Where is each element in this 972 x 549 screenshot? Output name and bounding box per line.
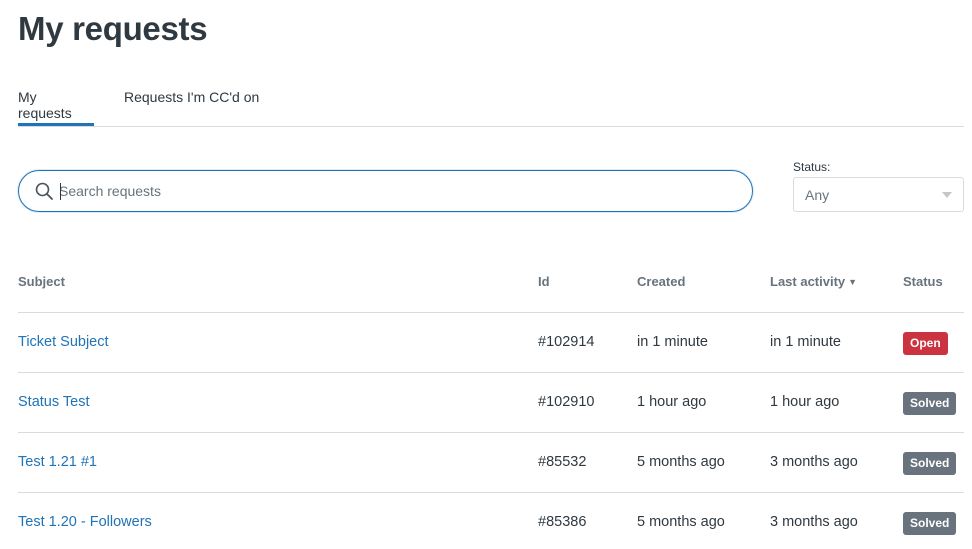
request-last-activity: in 1 minute: [770, 334, 841, 350]
column-header-last-activity[interactable]: Last activity ▼: [770, 274, 857, 289]
requests-table: Subject Id Created Last activity ▼ Status…: [18, 252, 964, 549]
chevron-down-icon: [942, 192, 952, 198]
last-activity-label: Last activity: [770, 274, 846, 289]
request-created: 1 hour ago: [637, 394, 707, 410]
request-id: #102910: [538, 394, 595, 410]
status-cell: Solved: [903, 512, 957, 535]
request-subject-link[interactable]: Status Test: [18, 394, 89, 410]
table-row: Ticket Subject #102914 in 1 minute in 1 …: [18, 313, 964, 373]
request-id: #85386: [538, 514, 587, 530]
table-row: Test 1.21 #1 #85532 5 months ago 3 month…: [18, 433, 964, 493]
search-icon: [35, 182, 53, 200]
status-badge: Solved: [903, 452, 957, 475]
request-created: in 1 minute: [637, 334, 708, 350]
status-badge: Solved: [903, 512, 957, 535]
column-header-created: Created: [637, 274, 686, 289]
request-subject-link[interactable]: Test 1.21 #1: [18, 454, 97, 470]
table-row: Status Test #102910 1 hour ago 1 hour ag…: [18, 373, 964, 433]
search-input[interactable]: [59, 179, 729, 203]
request-tabs: My requests Requests I'm CC'd on: [18, 80, 964, 127]
request-last-activity: 3 months ago: [770, 454, 858, 470]
column-header-subject: Subject: [18, 274, 65, 289]
status-cell: Open: [903, 332, 948, 355]
request-last-activity: 1 hour ago: [770, 394, 840, 410]
sort-descending-icon: ▼: [848, 277, 858, 287]
status-cell: Solved: [903, 392, 957, 415]
search-box[interactable]: [18, 170, 753, 212]
status-cell: Solved: [903, 452, 957, 475]
tab-requests-cc[interactable]: Requests I'm CC'd on: [124, 89, 259, 126]
request-last-activity: 3 months ago: [770, 514, 858, 530]
status-filter-value: Any: [805, 187, 830, 203]
request-subject-link[interactable]: Ticket Subject: [18, 334, 109, 350]
request-created: 5 months ago: [637, 454, 725, 470]
status-filter-label: Status:: [793, 160, 831, 174]
page-title: My requests: [18, 10, 208, 47]
table-row: Test 1.20 - Followers #85386 5 months ag…: [18, 493, 964, 549]
tab-my-requests[interactable]: My requests: [18, 89, 94, 126]
column-header-id: Id: [538, 274, 550, 289]
status-filter-select[interactable]: Any: [793, 177, 964, 212]
column-header-status: Status: [903, 274, 943, 289]
request-subject-link[interactable]: Test 1.20 - Followers: [18, 514, 152, 530]
table-header: Subject Id Created Last activity ▼ Status: [18, 252, 964, 313]
request-id: #102914: [538, 334, 595, 350]
requests-page: My requests My requests Requests I'm CC'…: [0, 0, 972, 549]
text-caret: [60, 183, 61, 200]
request-created: 5 months ago: [637, 514, 725, 530]
status-badge: Solved: [903, 392, 957, 415]
request-id: #85532: [538, 454, 587, 470]
status-badge: Open: [903, 332, 948, 355]
